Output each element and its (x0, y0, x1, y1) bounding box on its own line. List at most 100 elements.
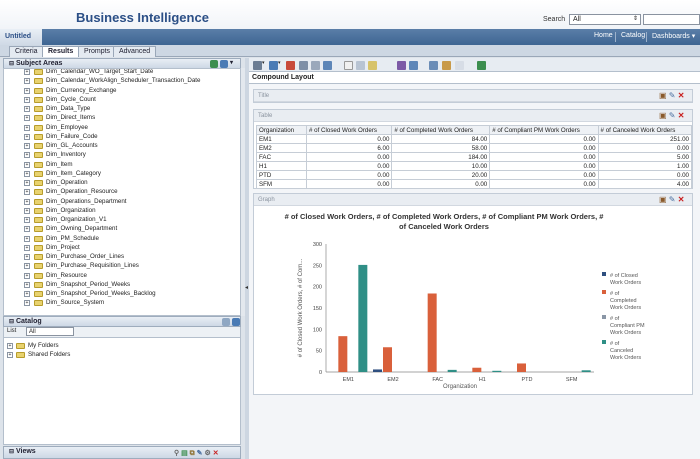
tree-item[interactable]: + Dim_Item_Category (4, 169, 240, 178)
expand-icon[interactable]: + (24, 78, 30, 85)
tree-item[interactable]: + Dim_Inventory (4, 150, 240, 159)
expand-icon[interactable]: + (24, 281, 30, 288)
expand-icon[interactable]: + (24, 115, 30, 122)
tree-item[interactable]: + Dim_Calendar_WO_Target_Start_Date (4, 69, 240, 76)
format-icon[interactable]: ▣ (659, 195, 667, 204)
expand-icon[interactable]: + (24, 272, 30, 279)
format-icon[interactable]: ▣ (659, 111, 667, 120)
chevron-down-icon[interactable]: ▾ (230, 59, 233, 66)
search-icon[interactable]: ⚲ (174, 450, 179, 457)
copy-icon[interactable]: ⧉ (190, 450, 195, 457)
expand-icon[interactable]: + (24, 263, 30, 270)
nav-dashboards[interactable]: Dashboards ▾ (652, 32, 695, 40)
tree-item[interactable]: + Dim_Calendar_WorkAlign_Scheduler_Transa… (4, 76, 240, 85)
expand-icon[interactable]: + (24, 207, 30, 214)
search-scope-select[interactable]: All ⇕ (569, 14, 641, 25)
tree-item[interactable]: + Dim_Employee (4, 123, 240, 132)
tree-item[interactable]: + Dim_Snapshot_Period_Weeks (4, 280, 240, 289)
tree-item[interactable]: + Dim_Operations_Department (4, 197, 240, 206)
tree-item[interactable]: + Dim_Purchase_Requisition_Lines (4, 261, 240, 270)
narrative-icon[interactable] (442, 61, 451, 70)
export-icon[interactable] (269, 61, 278, 70)
expand-icon[interactable]: + (24, 170, 30, 177)
tab-criteria[interactable]: Criteria (9, 46, 44, 57)
tree-item[interactable]: + Dim_Organization (4, 206, 240, 215)
list-select[interactable]: All (26, 327, 74, 336)
document-tab[interactable]: Untitled (0, 29, 42, 45)
collapse-icon[interactable]: ⊟ (9, 61, 14, 67)
tab-advanced[interactable]: Advanced (113, 46, 157, 57)
tree-item[interactable]: + Dim_Direct_Items (4, 113, 240, 122)
expand-icon[interactable]: + (24, 226, 30, 233)
expand-icon[interactable]: + (24, 106, 30, 112)
table-icon[interactable] (409, 61, 418, 70)
expand-icon[interactable]: + (24, 291, 30, 297)
edit-icon[interactable]: ✎ (197, 450, 203, 457)
tree-item[interactable]: + Dim_Failure_Code (4, 132, 240, 141)
expand-icon[interactable]: + (24, 235, 30, 242)
expand-icon[interactable]: + (24, 87, 30, 94)
tree-item[interactable]: + Dim_PM_Schedule (4, 234, 240, 243)
delete-view-icon[interactable] (286, 61, 295, 70)
tree-item[interactable]: + Dim_Data_Type (4, 104, 240, 113)
collapse-icon[interactable]: ⊟ (9, 449, 14, 455)
chevron-down-icon[interactable]: ▾ (262, 60, 265, 66)
layout-icon[interactable] (323, 61, 332, 70)
nav-catalog[interactable]: Catalog (621, 32, 645, 39)
tab-results[interactable]: Results (42, 46, 80, 57)
column-header[interactable]: Organization (256, 125, 307, 135)
refresh-icon[interactable] (311, 61, 320, 70)
nav-home[interactable]: Home (594, 32, 613, 39)
collapse-left-icon[interactable]: ◂ (245, 284, 248, 291)
edit-icon[interactable]: ✎ (669, 111, 676, 120)
column-header[interactable]: # of Canceled Work Orders (597, 125, 693, 135)
preview-icon[interactable] (299, 61, 308, 70)
close-icon[interactable]: ✕ (213, 450, 219, 457)
close-icon[interactable]: ✕ (678, 111, 685, 120)
tree-item[interactable]: + Dim_Purchase_Order_Lines (4, 252, 240, 261)
search-input[interactable] (643, 14, 700, 25)
tree-item[interactable]: + Dim_Operation_Resource (4, 187, 240, 196)
expand-icon[interactable]: + (24, 96, 30, 103)
expand-icon[interactable]: + (24, 189, 30, 196)
chevron-down-icon[interactable]: ▾ (278, 60, 281, 66)
collapse-icon[interactable]: ⊟ (9, 319, 14, 325)
expand-icon[interactable]: + (24, 180, 30, 186)
expand-icon[interactable]: + (24, 161, 30, 168)
tree-item[interactable]: + Dim_GL_Accounts (4, 141, 240, 150)
tree-item[interactable]: + Dim_Item (4, 160, 240, 169)
expand-icon[interactable]: + (24, 143, 30, 149)
tree-item[interactable]: + Dim_Operation (4, 178, 240, 187)
close-icon[interactable]: ✕ (678, 91, 685, 100)
tab-prompts[interactable]: Prompts (78, 46, 117, 57)
expand-icon[interactable]: + (24, 300, 30, 307)
new-page-icon[interactable] (344, 61, 353, 70)
sort-icon[interactable] (477, 61, 486, 70)
tree-item[interactable]: + Dim_Snapshot_Period_Weeks_Backlog (4, 289, 240, 298)
expand-icon[interactable]: + (24, 244, 30, 251)
tree-item[interactable]: + Dim_Cycle_Count (4, 95, 240, 104)
tree-item[interactable]: + Dim_Project (4, 243, 240, 252)
edit-icon[interactable]: ✎ (669, 91, 676, 100)
tree-item[interactable]: + Dim_Source_System (4, 298, 240, 307)
expand-icon[interactable]: + (24, 198, 30, 205)
tree-item[interactable]: + Dim_Organization_V1 (4, 215, 240, 224)
column-header[interactable]: # of Compliant PM Work Orders (489, 125, 599, 135)
expand-icon[interactable]: + (24, 217, 30, 223)
add-view-icon[interactable]: ▤ (181, 450, 188, 457)
expand-icon[interactable]: + (24, 133, 30, 140)
close-icon[interactable]: ✕ (678, 195, 685, 204)
title-view[interactable]: Title ▣ ✎ ✕ (253, 89, 693, 103)
expand-icon[interactable]: + (24, 69, 30, 75)
tree-item[interactable]: + My Folders (4, 341, 240, 350)
format-icon[interactable]: ▣ (659, 91, 667, 100)
column-header[interactable]: # of Completed Work Orders (391, 125, 491, 135)
graph-icon[interactable] (397, 61, 406, 70)
pivot-icon[interactable] (429, 61, 438, 70)
column-header[interactable]: # of Closed Work Orders (305, 125, 393, 135)
tree-item[interactable]: + Dim_Currency_Exchange (4, 86, 240, 95)
expand-icon[interactable]: + (24, 124, 30, 131)
filter-icon[interactable] (368, 61, 377, 70)
properties-icon[interactable] (356, 61, 365, 70)
expand-icon[interactable]: + (24, 152, 30, 159)
